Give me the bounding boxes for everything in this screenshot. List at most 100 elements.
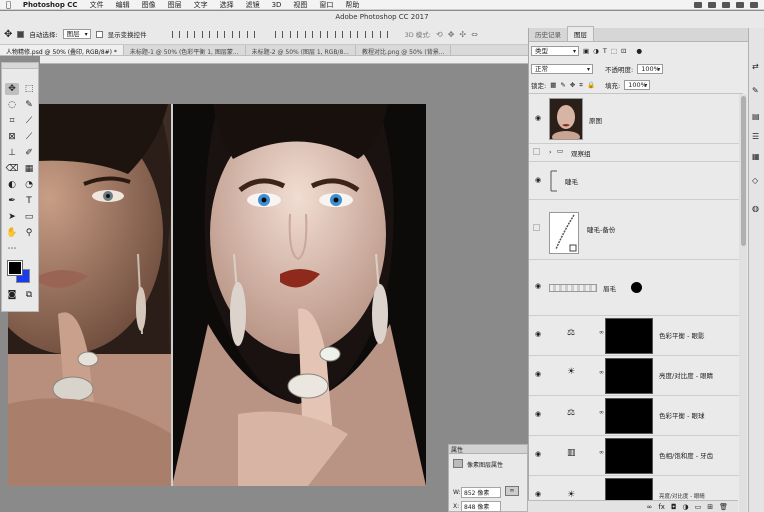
shape-icon[interactable]: ◇: [752, 176, 758, 185]
visibility-eye-icon[interactable]: ◉: [533, 370, 543, 378]
filter-toggle-icon[interactable]: ●: [636, 47, 642, 55]
move-tool-icon[interactable]: ✥: [5, 83, 19, 95]
fill-input[interactable]: 100%: [624, 80, 651, 90]
link-layers-icon[interactable]: ∞: [647, 503, 653, 511]
healing-brush-icon[interactable]: ⊠: [5, 131, 19, 143]
fx-icon[interactable]: fx: [658, 503, 665, 511]
blur-tool-icon[interactable]: ◐: [5, 179, 19, 191]
eyedropper-icon[interactable]: ⟋: [22, 115, 36, 127]
expand-arrow-icon[interactable]: ›: [549, 148, 552, 156]
status-icon[interactable]: [694, 1, 702, 8]
layer-row[interactable]: ◉ 眉毛: [529, 260, 739, 316]
doc-tab[interactable]: 教程对比.png @ 50% (背景...: [356, 45, 452, 56]
filter-type-icon[interactable]: T: [603, 47, 607, 55]
adjustment-layer-row[interactable]: ◉ ☀ ∞ 亮度/对比度 - 眼睛: [529, 356, 739, 396]
path-select-icon[interactable]: ➤: [5, 211, 19, 223]
crop-tool-icon[interactable]: ⌗: [5, 115, 19, 127]
opacity-input[interactable]: 100%: [637, 64, 664, 74]
document-canvas[interactable]: [8, 104, 426, 486]
menu-layer[interactable]: 图层: [168, 0, 182, 10]
quick-mask-icon[interactable]: ◙: [5, 289, 19, 301]
dodge-tool-icon[interactable]: ◔: [22, 179, 36, 191]
adjustment-layer-row[interactable]: ◉ ☀ 亮度/对比度 - 眼睛: [529, 476, 739, 502]
link-proportions-icon[interactable]: ∞: [505, 486, 519, 496]
adjustment-layer-row[interactable]: ◉ ▥ ∞ 色相/饱和度 - 牙齿: [529, 436, 739, 476]
auto-select-checkbox[interactable]: [17, 30, 25, 38]
visibility-eye-icon[interactable]: ◉: [533, 176, 543, 184]
panel-scrollbar[interactable]: [739, 94, 747, 512]
add-mask-icon[interactable]: ◘: [671, 503, 677, 511]
align-icon[interactable]: [186, 30, 195, 38]
tab-history[interactable]: 历史记录: [529, 27, 567, 41]
layer-row[interactable]: 睫毛-备份: [529, 200, 739, 260]
filter-smart-icon[interactable]: ⊡: [621, 47, 626, 55]
menu-window[interactable]: 窗口: [319, 0, 333, 10]
info-icon[interactable]: ▤: [752, 112, 760, 121]
history-brush-icon[interactable]: ✐: [22, 147, 36, 159]
visibility-eye-icon[interactable]: ◉: [533, 282, 543, 290]
lasso-tool-icon[interactable]: ◌: [5, 99, 19, 111]
menu-image[interactable]: 图像: [142, 0, 156, 10]
menu-filter[interactable]: 滤镜: [246, 0, 260, 10]
status-icon[interactable]: [708, 1, 716, 8]
filter-adjust-icon[interactable]: ◑: [593, 47, 599, 55]
show-transform-checkbox[interactable]: [95, 30, 103, 38]
distribute-icon[interactable]: [289, 30, 298, 38]
visibility-eye-icon[interactable]: ◉: [533, 490, 543, 498]
3d-roll-icon[interactable]: ✥: [448, 30, 455, 39]
3d-rotate-icon[interactable]: ⟲: [436, 30, 443, 39]
quick-select-icon[interactable]: ✎: [22, 99, 36, 111]
doc-tab[interactable]: 未标题-1 @ 50% (色彩平衡 1, 图层蒙...: [124, 45, 246, 56]
brush-tool-icon[interactable]: ⟋: [22, 131, 36, 143]
more-tools-icon[interactable]: ⋯: [5, 243, 19, 255]
align-icon[interactable]: [231, 30, 240, 38]
app-menu[interactable]: Photoshop CC: [23, 1, 78, 9]
gradient-tool-icon[interactable]: ▦: [22, 163, 36, 175]
lock-position-icon[interactable]: ✥: [570, 81, 575, 89]
link-chain-icon[interactable]: ∞: [599, 329, 604, 336]
status-icon[interactable]: [736, 1, 744, 8]
align-icon[interactable]: [171, 30, 180, 38]
distribute-icon[interactable]: [349, 30, 358, 38]
menu-edit[interactable]: 编辑: [116, 0, 130, 10]
3d-pan-icon[interactable]: ✣: [459, 30, 466, 39]
zoom-tool-icon[interactable]: ⚲: [22, 227, 36, 239]
align-icon[interactable]: [216, 30, 225, 38]
menu-select[interactable]: 选择: [220, 0, 234, 10]
doc-tab[interactable]: 人物精修.psd @ 50% (叠印, RGB/8#) *: [0, 45, 124, 56]
distribute-icon[interactable]: [274, 30, 283, 38]
tab-layers[interactable]: 图层: [567, 26, 594, 41]
stamp-tool-icon[interactable]: ⊥: [5, 147, 19, 159]
properties-tab[interactable]: 属性: [449, 445, 527, 454]
lock-image-icon[interactable]: ✎: [560, 81, 565, 89]
link-chain-icon[interactable]: ∞: [599, 409, 604, 416]
filter-shape-icon[interactable]: ⬚: [611, 47, 617, 55]
lock-artboard-icon[interactable]: ⌗: [579, 81, 583, 90]
tools-grip[interactable]: [2, 63, 38, 69]
visibility-eye-icon[interactable]: ◉: [533, 410, 543, 418]
swatches-icon[interactable]: ☰: [752, 132, 759, 141]
apple-icon[interactable]: : [6, 0, 11, 9]
distribute-icon[interactable]: [379, 30, 388, 38]
auto-select-dropdown[interactable]: 图层: [62, 29, 91, 39]
move-tool-icon[interactable]: ✥: [4, 29, 12, 40]
menu-3d[interactable]: 3D: [272, 1, 282, 9]
status-icon[interactable]: [722, 1, 730, 8]
3d-slide-icon[interactable]: ⇔: [471, 30, 478, 39]
pen-tool-icon[interactable]: ✒: [5, 195, 19, 207]
type-tool-icon[interactable]: T: [22, 195, 36, 207]
align-icon[interactable]: [246, 30, 255, 38]
layer-group-row[interactable]: › ▭ 观察组: [529, 144, 739, 162]
marquee-tool-icon[interactable]: ⬚: [22, 83, 36, 95]
blend-mode-dropdown[interactable]: 正常: [531, 64, 593, 74]
layer-row[interactable]: ◉ 睫毛: [529, 162, 739, 200]
align-icon[interactable]: [201, 30, 210, 38]
screen-mode-icon[interactable]: ⧉: [22, 289, 36, 301]
foreground-color-swatch[interactable]: [7, 260, 23, 276]
visibility-empty-box[interactable]: [533, 148, 540, 155]
new-layer-icon[interactable]: ⊞: [707, 503, 713, 511]
width-input[interactable]: 852 像素: [461, 487, 501, 498]
adjust-icon[interactable]: ⇄: [752, 62, 759, 71]
kind-filter-dropdown[interactable]: 类型: [531, 46, 579, 56]
scroll-thumb[interactable]: [740, 96, 746, 246]
